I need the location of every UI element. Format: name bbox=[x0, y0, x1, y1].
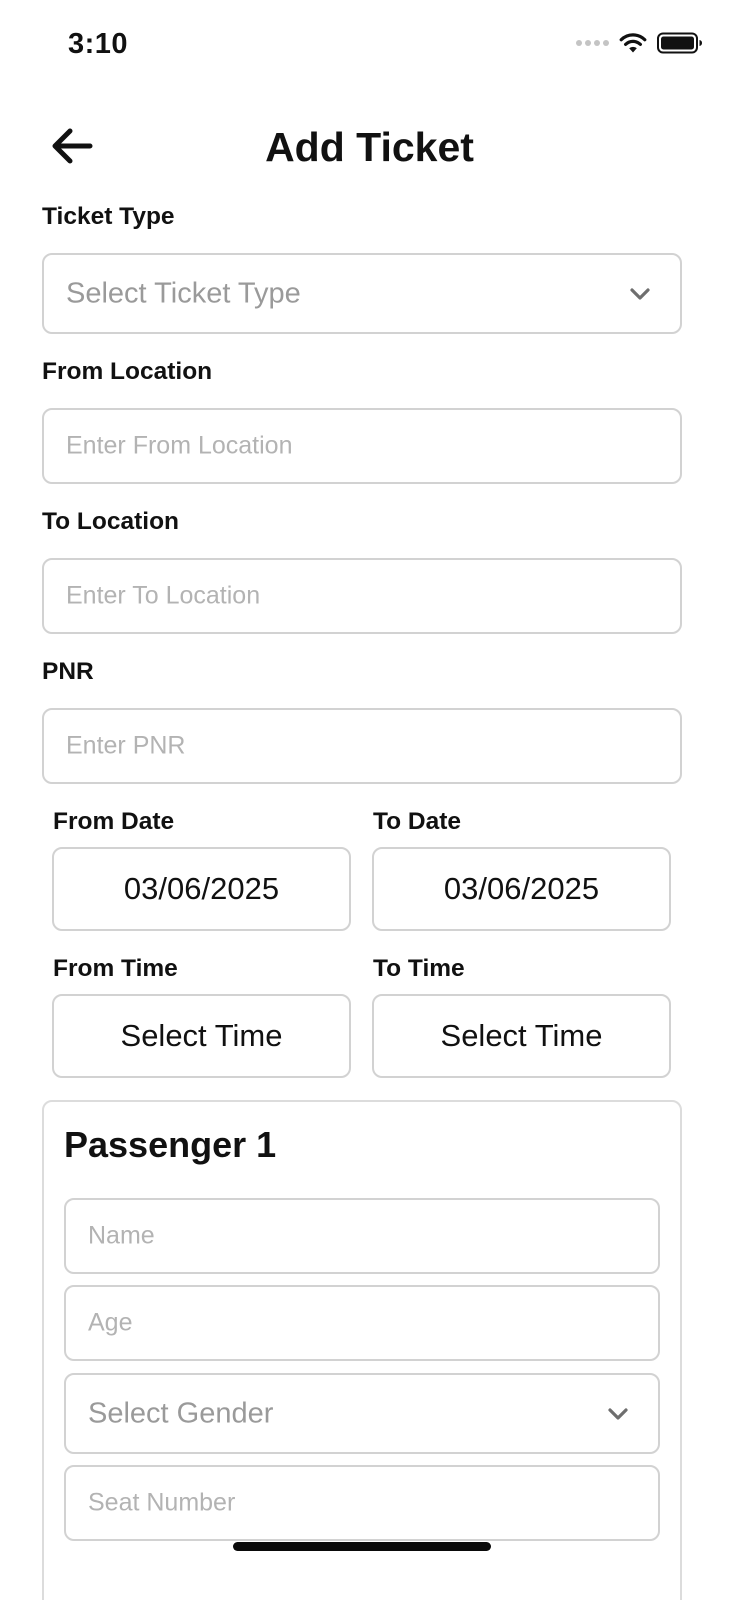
from-time-picker[interactable]: Select Time bbox=[52, 994, 351, 1078]
passenger-title: Passenger 1 bbox=[64, 1124, 277, 1165]
passenger-seat-placeholder: Seat Number bbox=[88, 1488, 236, 1517]
from-date-label: From Date bbox=[53, 808, 175, 835]
passenger-gender-select[interactable]: Select Gender bbox=[64, 1373, 660, 1454]
from-location-input[interactable]: Enter From Location bbox=[42, 408, 682, 484]
to-location-placeholder: Enter To Location bbox=[66, 581, 261, 610]
to-location-label: To Location bbox=[42, 508, 179, 535]
passenger-gender-placeholder: Select Gender bbox=[88, 1397, 274, 1429]
passenger-seat-input[interactable]: Seat Number bbox=[64, 1465, 660, 1541]
home-indicator[interactable] bbox=[233, 1542, 491, 1551]
to-location-input[interactable]: Enter To Location bbox=[42, 558, 682, 634]
chevron-down-icon bbox=[608, 1407, 628, 1420]
passenger-name-input[interactable]: Name bbox=[64, 1198, 660, 1274]
from-time-label: From Time bbox=[53, 955, 178, 982]
ticket-type-label: Ticket Type bbox=[42, 203, 175, 230]
passenger-age-placeholder: Age bbox=[88, 1308, 133, 1337]
to-time-label: To Time bbox=[373, 955, 465, 982]
cellular-signal-icon bbox=[576, 40, 609, 46]
to-date-picker[interactable]: 03/06/2025 bbox=[372, 847, 671, 931]
to-time-picker[interactable]: Select Time bbox=[372, 994, 671, 1078]
from-location-label: From Location bbox=[42, 358, 213, 385]
page-title: Add Ticket bbox=[265, 124, 474, 170]
status-time: 3:10 bbox=[68, 28, 129, 60]
passenger-age-input[interactable]: Age bbox=[64, 1285, 660, 1361]
passenger-name-placeholder: Name bbox=[88, 1221, 155, 1250]
pnr-label: PNR bbox=[42, 658, 94, 685]
to-time-value: Select Time bbox=[440, 1018, 603, 1053]
ticket-type-placeholder: Select Ticket Type bbox=[66, 277, 301, 309]
add-ticket-screen: 3:10 Add Ticket Ticket Type Select Ticke… bbox=[0, 0, 739, 1600]
status-icons bbox=[576, 32, 703, 54]
from-time-value: Select Time bbox=[120, 1018, 283, 1053]
from-date-value: 03/06/2025 bbox=[123, 871, 280, 906]
pnr-placeholder: Enter PNR bbox=[66, 731, 186, 760]
pnr-input[interactable]: Enter PNR bbox=[42, 708, 682, 784]
ticket-type-select[interactable]: Select Ticket Type bbox=[42, 253, 682, 334]
battery-icon bbox=[657, 32, 702, 54]
to-date-value: 03/06/2025 bbox=[443, 871, 600, 906]
from-date-picker[interactable]: 03/06/2025 bbox=[52, 847, 351, 931]
to-date-label: To Date bbox=[373, 808, 462, 835]
wifi-icon bbox=[619, 33, 647, 53]
from-location-placeholder: Enter From Location bbox=[66, 431, 293, 460]
chevron-down-icon bbox=[630, 287, 650, 300]
